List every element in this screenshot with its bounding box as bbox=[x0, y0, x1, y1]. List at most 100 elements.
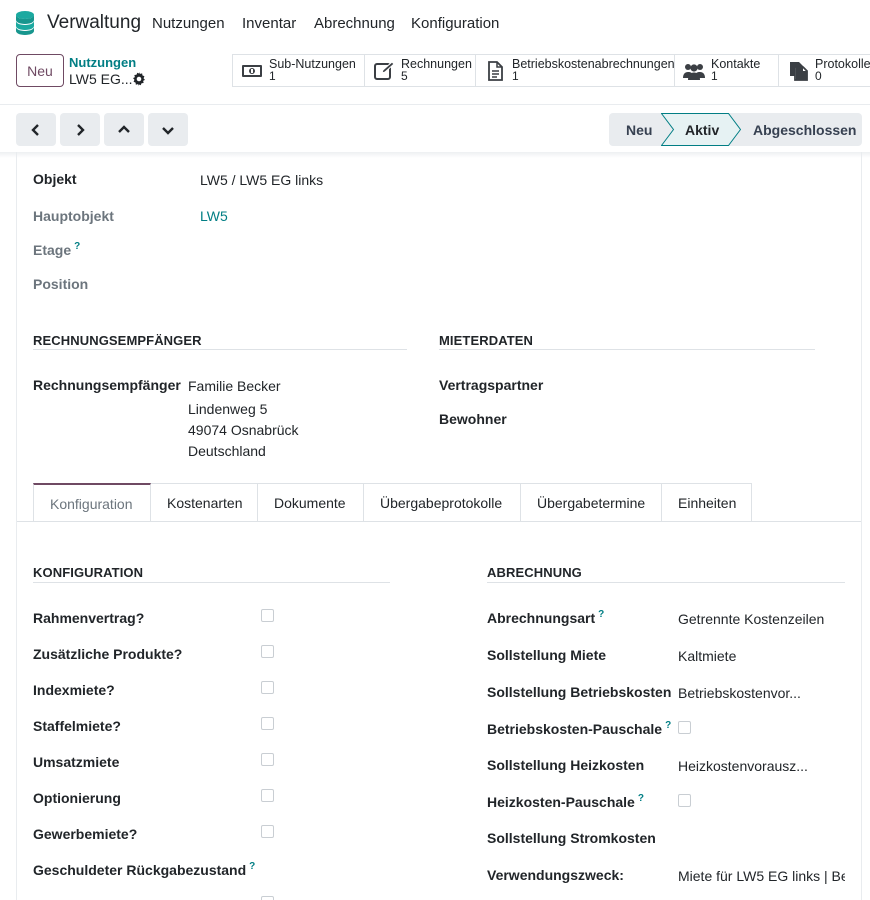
help-icon[interactable]: ? bbox=[598, 609, 604, 620]
abrechnungsart-label-text: Abrechnungsart bbox=[487, 610, 596, 626]
tab-konfiguration[interactable]: Konfiguration bbox=[33, 483, 151, 522]
staffelmiete-checkbox[interactable] bbox=[261, 717, 274, 730]
smart-button-protokolle[interactable]: Protokolle 0 bbox=[779, 55, 870, 86]
users-icon bbox=[683, 64, 705, 80]
bewohner-label: Bewohner bbox=[439, 411, 507, 427]
heizkosten-pauschale-checkbox[interactable] bbox=[678, 794, 691, 807]
tab-kostenarten[interactable]: Kostenarten bbox=[151, 483, 258, 522]
objekt-label: Objekt bbox=[33, 171, 77, 187]
section-divider bbox=[33, 582, 390, 583]
smart-button-betriebskostenabrechnungen[interactable]: Betriebskostenabrechnungen 1 bbox=[476, 55, 675, 86]
betriebskosten-pauschale-label-text: Betriebskosten-Pauschale bbox=[487, 721, 663, 737]
divider bbox=[0, 104, 870, 105]
breadcrumb-current: LW5 EG... bbox=[69, 71, 133, 87]
tabs-divider bbox=[17, 521, 861, 522]
status-neu[interactable]: Neu bbox=[609, 113, 673, 146]
betriebskosten-pauschale-label: Betriebskosten-Pauschale? bbox=[487, 720, 671, 737]
hauptobjekt-link[interactable]: LW5 bbox=[200, 208, 228, 224]
smart-button-label: Betriebskostenabrechnungen bbox=[512, 57, 675, 71]
smart-button-count: 1 bbox=[269, 69, 276, 83]
tab-uebergabeprotokolle[interactable]: Übergabeprotokolle bbox=[364, 483, 521, 522]
sheet-border bbox=[861, 152, 862, 900]
sollstellung-stromkosten-label: Sollstellung Stromkosten bbox=[487, 830, 656, 846]
smart-button-count: 1 bbox=[512, 69, 519, 83]
heizkosten-pauschale-label-text: Heizkosten-Pauschale bbox=[487, 794, 635, 810]
menu-nutzungen[interactable]: Nutzungen bbox=[152, 15, 225, 32]
indexmiete-checkbox[interactable] bbox=[261, 681, 274, 694]
gewerbemiete-checkbox[interactable] bbox=[261, 825, 274, 838]
gewerbemiete-label: Gewerbemiete? bbox=[33, 826, 138, 842]
smart-button-sub-nutzungen[interactable]: Sub-Nutzungen 1 bbox=[233, 55, 365, 86]
hauptobjekt-label: Hauptobjekt bbox=[33, 208, 114, 224]
status-aktiv[interactable]: Aktiv bbox=[661, 113, 741, 146]
address-line: Deutschland bbox=[188, 443, 266, 459]
rahmenvertrag-checkbox[interactable] bbox=[261, 609, 274, 622]
smart-button-label: Sub-Nutzungen bbox=[269, 57, 356, 71]
status-abgeschlossen[interactable]: Abgeschlossen bbox=[729, 113, 862, 146]
menu-konfiguration[interactable]: Konfiguration bbox=[411, 15, 499, 32]
tab-dokumente[interactable]: Dokumente bbox=[258, 483, 364, 522]
gear-icon[interactable] bbox=[132, 72, 146, 86]
smart-button-kontakte[interactable]: Kontakte 1 bbox=[675, 55, 779, 86]
help-icon[interactable]: ? bbox=[74, 241, 80, 252]
optionierung-label: Optionierung bbox=[33, 790, 121, 806]
staffelmiete-label: Staffelmiete? bbox=[33, 718, 121, 734]
address-line: Familie Becker bbox=[188, 378, 281, 394]
status-bar: Neu Aktiv Abgeschlossen bbox=[609, 113, 862, 146]
smart-button-rechnungen[interactable]: Rechnungen 5 bbox=[365, 55, 476, 86]
smart-button-count: 0 bbox=[815, 69, 822, 83]
next-record-button[interactable] bbox=[60, 113, 100, 146]
chevron-right-icon bbox=[77, 123, 85, 136]
top-navbar: Verwaltung Nutzungen Inventar Abrechnung… bbox=[0, 0, 870, 46]
smart-buttons: Sub-Nutzungen 1 Rechnungen 5 Betriebskoste… bbox=[232, 54, 870, 87]
rueckgabezustand-label: Geschuldeter Rückgabezustand? bbox=[33, 861, 255, 878]
help-icon[interactable]: ? bbox=[249, 861, 255, 872]
smart-button-label: Rechnungen bbox=[401, 57, 472, 71]
section-title-konfiguration: KONFIGURATION bbox=[33, 565, 144, 580]
pencil-square-icon bbox=[374, 61, 395, 80]
tab-einheiten[interactable]: Einheiten bbox=[662, 483, 752, 522]
sollstellung-betriebskosten-value[interactable]: Betriebskostenvor... bbox=[678, 685, 801, 701]
parent-record-button[interactable] bbox=[104, 113, 144, 146]
sollstellung-heizkosten-value[interactable]: Heizkostenvorausz... bbox=[678, 758, 808, 774]
optionierung-checkbox[interactable] bbox=[261, 789, 274, 802]
chevron-up-icon bbox=[118, 124, 130, 133]
address-line: Lindenweg 5 bbox=[188, 401, 268, 417]
zusaetzliche-produkte-checkbox[interactable] bbox=[261, 645, 274, 658]
section-divider bbox=[33, 349, 407, 350]
notebook-tabs: Konfiguration Kostenarten Dokumente Über… bbox=[33, 483, 752, 522]
next-checkbox[interactable] bbox=[261, 896, 274, 900]
menu-abrechnung[interactable]: Abrechnung bbox=[314, 15, 395, 32]
breadcrumb-parent-link[interactable]: Nutzungen bbox=[69, 55, 136, 70]
document-icon bbox=[488, 61, 503, 81]
help-icon[interactable]: ? bbox=[638, 793, 644, 804]
vertragspartner-label: Vertragspartner bbox=[439, 377, 544, 393]
app-logo-icon[interactable] bbox=[14, 10, 36, 36]
child-record-button[interactable] bbox=[148, 113, 188, 146]
umsatzmiete-checkbox[interactable] bbox=[261, 753, 274, 766]
rechnungsempfaenger-label: Rechnungsempfänger bbox=[33, 377, 181, 393]
position-label: Position bbox=[33, 276, 89, 292]
previous-record-button[interactable] bbox=[16, 113, 56, 146]
smart-button-count: 5 bbox=[401, 69, 408, 83]
section-title-abrechnung: ABRECHNUNG bbox=[487, 565, 582, 580]
chevron-down-icon bbox=[162, 126, 174, 135]
sollstellung-miete-value[interactable]: Kaltmiete bbox=[678, 648, 736, 664]
section-divider bbox=[439, 349, 815, 350]
umsatzmiete-label: Umsatzmiete bbox=[33, 754, 120, 770]
abrechnungsart-value[interactable]: Getrennte Kostenzeilen bbox=[678, 611, 824, 627]
rahmenvertrag-label: Rahmenvertrag? bbox=[33, 610, 145, 626]
menu-inventar[interactable]: Inventar bbox=[242, 15, 296, 32]
copy-icon bbox=[790, 62, 808, 81]
verwendungszweck-value[interactable]: Miete für LW5 EG links | Bec bbox=[678, 868, 845, 884]
new-button[interactable]: Neu bbox=[16, 54, 64, 87]
etage-label-text: Etage bbox=[33, 242, 72, 258]
etage-label: Etage? bbox=[33, 241, 80, 258]
tab-uebergabetermine[interactable]: Übergabetermine bbox=[521, 483, 662, 522]
app-name[interactable]: Verwaltung bbox=[47, 12, 141, 34]
help-icon[interactable]: ? bbox=[665, 720, 671, 731]
betriebskosten-pauschale-checkbox[interactable] bbox=[678, 721, 691, 734]
smart-button-label: Kontakte bbox=[711, 57, 761, 71]
objekt-value[interactable]: LW5 / LW5 EG links bbox=[200, 172, 323, 188]
smart-button-label: Protokolle bbox=[815, 57, 870, 71]
